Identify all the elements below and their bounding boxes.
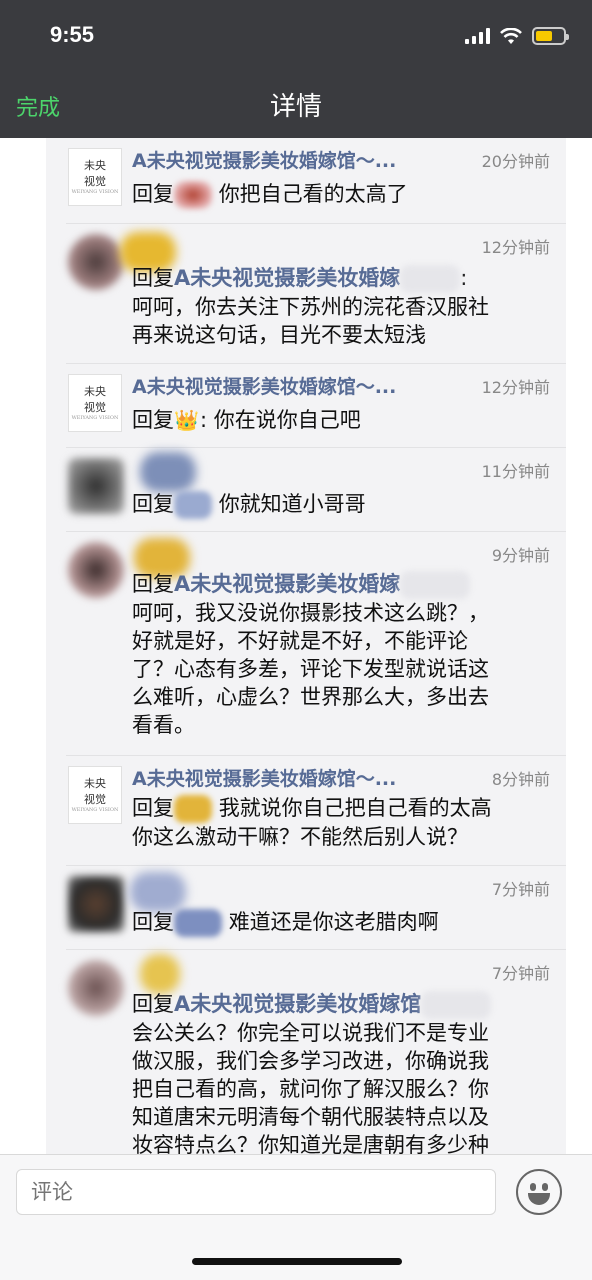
avatar: 未央 视觉 WEIYANG VISION	[68, 148, 122, 206]
avatar	[68, 458, 124, 514]
comment-item[interactable]: 9分钟前 回复A未央视觉摄影美妆婚嫁 呵呵，我又没说你摄影技术这么跳？， 好就是…	[66, 532, 566, 756]
navigation-bar: 9:55 完成 详情	[0, 0, 592, 138]
avatar: 未央 视觉 WEIYANG VISION	[68, 374, 122, 432]
comment-time: 12分钟前	[481, 378, 550, 397]
comment-item[interactable]: 7分钟前 回复 难道还是你这老腊肉啊	[66, 866, 566, 950]
comment-text: 回复 你就知道小哥哥	[132, 490, 552, 519]
redacted-name	[140, 452, 196, 492]
comment-time: 12分钟前	[481, 238, 550, 257]
comment-item[interactable]: 未央 视觉 WEIYANG VISION A未央视觉摄影美妆婚嫁馆～... 8分钟前…	[66, 756, 566, 866]
comment-text: 回复A未央视觉摄影美妆婚嫁 呵呵，我又没说你摄影技术这么跳？， 好就是好，不好就…	[132, 571, 489, 737]
comment-item[interactable]: 11分钟前 回复 你就知道小哥哥	[66, 448, 566, 532]
comment-text: 回复 你把自己看的太高了	[132, 180, 552, 209]
comment-time: 11分钟前	[481, 462, 550, 481]
comment-text: 回复A未央视觉摄影美妆婚嫁馆 会公关么？你完全可以说我们不是专业 做汉服，我们会…	[132, 990, 552, 1154]
avatar	[68, 876, 124, 932]
comment-input[interactable]	[16, 1169, 496, 1215]
comment-item[interactable]: 12分钟前 回复A未央视觉摄影美妆婚嫁: 呵呵，你去关注下苏州的浣花香汉服社 再…	[66, 224, 566, 364]
comment-item[interactable]: 未央 视觉 WEIYANG VISION A未央视觉摄影美妆婚嫁馆～... 20分钟…	[66, 138, 566, 224]
redacted-name	[130, 872, 186, 912]
comment-time: 7分钟前	[491, 880, 550, 899]
commenter-name[interactable]: A未央视觉摄影美妆婚嫁馆～...	[132, 764, 462, 791]
battery-icon	[532, 27, 569, 45]
comment-item[interactable]: 未央 视觉 WEIYANG VISION A未央视觉摄影美妆婚嫁馆～... 12分钟…	[66, 364, 566, 448]
avatar	[68, 542, 124, 598]
avatar	[68, 234, 124, 290]
status-time: 9:55	[50, 22, 95, 47]
comment-time: 9分钟前	[491, 546, 550, 565]
redacted-name	[140, 954, 180, 994]
comment-text: 回复 我就说你自己把自己看的太高 你这么激动干嘛？不能然后别人说？	[132, 795, 492, 849]
comment-time: 7分钟前	[491, 964, 550, 983]
crown-icon: 👑	[174, 408, 199, 432]
comment-text: 回复👑: 你在说你自己吧	[132, 408, 361, 432]
comment-text: 回复 难道还是你这老腊肉啊	[132, 908, 552, 937]
commenter-name[interactable]: A未央视觉摄影美妆婚嫁馆～...	[132, 146, 462, 173]
home-indicator[interactable]	[192, 1258, 402, 1265]
comment-time: 20分钟前	[481, 152, 550, 171]
status-icons	[465, 26, 569, 46]
comment-text: 回复A未央视觉摄影美妆婚嫁: 呵呵，你去关注下苏州的浣花香汉服社 再来说这句话，…	[132, 265, 489, 347]
commenter-name[interactable]: A未央视觉摄影美妆婚嫁馆～...	[132, 372, 462, 399]
signal-icon	[465, 28, 490, 44]
page-title: 详情	[269, 92, 322, 122]
comment-list-area[interactable]: 未央 视觉 WEIYANG VISION A未央视觉摄影美妆婚嫁馆～... 20分钟…	[0, 138, 592, 1154]
comment-time: 8分钟前	[491, 770, 550, 789]
emoji-icon[interactable]	[516, 1169, 562, 1215]
wifi-icon	[500, 27, 522, 44]
comment-panel: 未央 视觉 WEIYANG VISION A未央视觉摄影美妆婚嫁馆～... 20分钟…	[46, 138, 566, 1154]
avatar	[68, 960, 124, 1016]
comment-item[interactable]: 7分钟前 回复A未央视觉摄影美妆婚嫁馆 会公关么？你完全可以说我们不是专业 做汉…	[66, 950, 566, 1154]
avatar: 未央 视觉 WEIYANG VISION	[68, 766, 122, 824]
